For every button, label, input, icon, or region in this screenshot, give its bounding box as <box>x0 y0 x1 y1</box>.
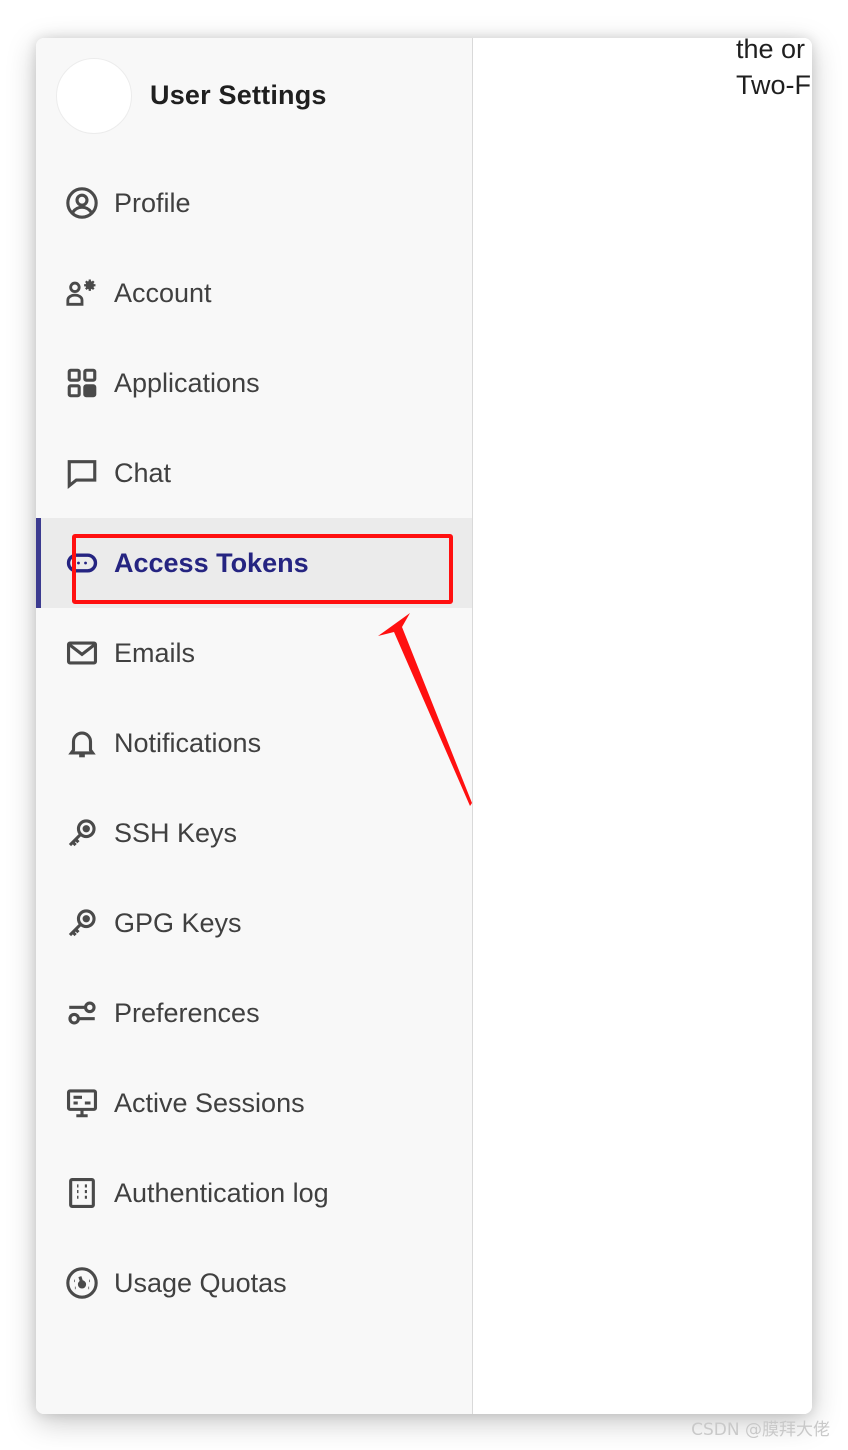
log-icon <box>64 1175 100 1211</box>
settings-main-content: the or Two-F <box>474 38 812 1414</box>
settings-window: User Settings Profile Account Applicatio… <box>36 38 812 1414</box>
sidebar-item-label: GPG Keys <box>114 907 242 938</box>
chat-icon <box>64 455 100 491</box>
bell-icon <box>64 725 100 761</box>
key-icon <box>64 905 100 941</box>
main-text-line: the or <box>736 38 806 64</box>
sidebar-title: User Settings <box>150 80 327 110</box>
key-icon <box>64 815 100 851</box>
settings-sidebar: User Settings Profile Account Applicatio… <box>36 38 473 1414</box>
sidebar-item-label: Chat <box>114 457 172 488</box>
monitor-icon <box>64 1085 100 1121</box>
preferences-icon <box>64 995 100 1031</box>
sidebar-item-chat[interactable]: Chat <box>36 428 472 518</box>
access-tokens-icon <box>64 545 100 581</box>
sidebar-item-label: Access Tokens <box>114 547 309 578</box>
sidebar-item-label: SSH Keys <box>114 817 238 848</box>
sidebar-item-label: Emails <box>114 637 196 668</box>
sidebar-item-authentication-log[interactable]: Authentication log <box>36 1148 472 1238</box>
avatar[interactable] <box>56 58 132 134</box>
sidebar-item-notifications[interactable]: Notifications <box>36 698 472 788</box>
sidebar-item-account[interactable]: Account <box>36 248 472 338</box>
sidebar-item-active-sessions[interactable]: Active Sessions <box>36 1058 472 1148</box>
sidebar-item-label: Active Sessions <box>114 1087 305 1118</box>
sidebar-item-emails[interactable]: Emails <box>36 608 472 698</box>
sidebar-item-ssh-keys[interactable]: SSH Keys <box>36 788 472 878</box>
main-text-line: Two-F <box>736 70 812 100</box>
sidebar-item-usage-quotas[interactable]: Usage Quotas <box>36 1238 472 1328</box>
watermark: CSDN @膜拜大佬 <box>691 1420 830 1440</box>
sidebar-item-profile[interactable]: Profile <box>36 158 472 248</box>
sidebar-item-label: Account <box>114 277 212 308</box>
sidebar-header: User Settings <box>36 38 472 158</box>
sidebar-item-label: Applications <box>114 367 260 398</box>
sidebar-item-access-tokens[interactable]: Access Tokens <box>36 518 472 608</box>
sidebar-item-label: Profile <box>114 187 191 218</box>
sidebar-item-gpg-keys[interactable]: GPG Keys <box>36 878 472 968</box>
applications-icon <box>64 365 100 401</box>
sidebar-item-label: Authentication log <box>114 1177 329 1208</box>
sidebar-item-label: Usage Quotas <box>114 1267 287 1298</box>
gauge-icon <box>64 1265 100 1301</box>
sidebar-item-label: Notifications <box>114 727 262 758</box>
sidebar-item-label: Preferences <box>114 997 260 1028</box>
settings-nav: Profile Account Applications Chat Access… <box>36 158 472 1328</box>
profile-icon <box>64 185 100 221</box>
sidebar-item-preferences[interactable]: Preferences <box>36 968 472 1058</box>
account-icon <box>64 275 100 311</box>
sidebar-item-applications[interactable]: Applications <box>36 338 472 428</box>
email-icon <box>64 635 100 671</box>
